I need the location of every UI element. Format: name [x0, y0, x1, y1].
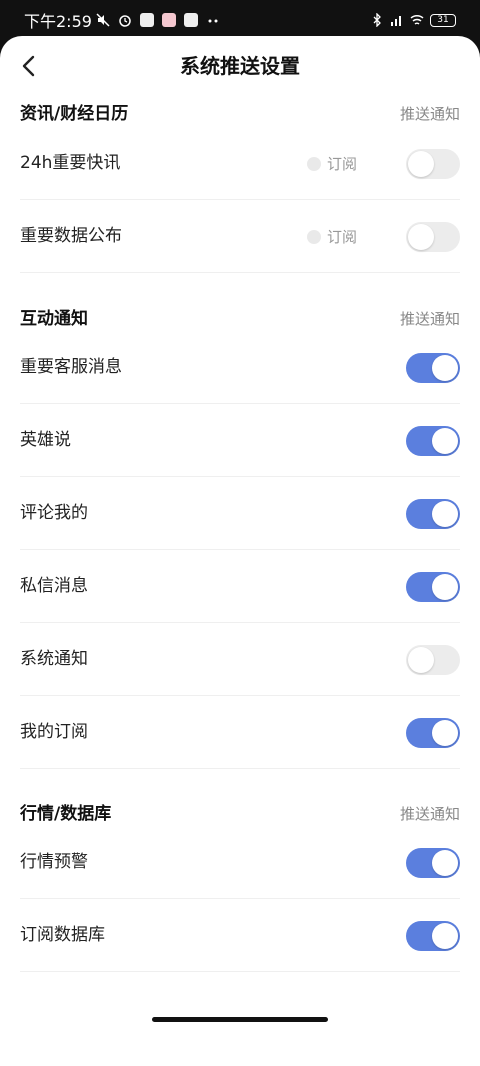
push-toggle[interactable] — [406, 353, 460, 383]
push-toggle[interactable] — [406, 222, 460, 252]
section-push-label: 推送通知 — [399, 805, 460, 823]
toggle-knob — [432, 355, 458, 381]
toggle-knob — [432, 574, 458, 600]
setting-label: 私信消息 — [20, 576, 88, 596]
push-toggle[interactable] — [406, 572, 460, 602]
push-toggle[interactable] — [406, 645, 460, 675]
status-time: 下午2:59 — [24, 12, 92, 31]
setting-label: 行情预警 — [20, 852, 88, 872]
more-dots-icon — [208, 19, 218, 23]
section-title: 行情/数据库 — [20, 804, 112, 824]
section-title: 互动通知 — [20, 309, 88, 329]
section-push-label: 推送通知 — [399, 105, 460, 123]
setting-label: 24h重要快讯 — [20, 153, 121, 173]
setting-row-system-notice: 系统通知 — [20, 623, 460, 696]
setting-row-subscribe-database: 订阅数据库 — [20, 899, 460, 972]
setting-label: 重要数据公布 — [20, 226, 122, 246]
mute-icon — [96, 13, 110, 27]
home-indicator[interactable] — [152, 1017, 328, 1022]
battery-icon: 31 — [430, 13, 456, 27]
subscribe-dot-icon — [306, 156, 321, 171]
app-icon — [184, 13, 198, 27]
notification-icons — [96, 13, 220, 27]
toggle-knob — [432, 720, 458, 746]
subscribe-label: 订阅 — [326, 155, 357, 173]
app-icon — [162, 13, 176, 27]
setting-row-data-release: 重要数据公布 订阅 — [20, 200, 460, 273]
wifi-icon — [410, 14, 424, 25]
setting-label: 英雄说 — [20, 430, 71, 450]
toggle-knob — [408, 647, 434, 673]
toggle-knob — [432, 501, 458, 527]
push-toggle[interactable] — [406, 921, 460, 951]
section-header-market: 行情/数据库 推送通知 — [20, 801, 460, 827]
bluetooth-icon — [373, 13, 381, 27]
system-icons: 31 — [370, 13, 456, 27]
toggle-knob — [408, 151, 434, 177]
section-title: 资讯/财经日历 — [20, 104, 129, 124]
section-push-label: 推送通知 — [399, 310, 460, 328]
setting-row-market-alert: 行情预警 — [20, 826, 460, 899]
setting-label: 我的订阅 — [20, 722, 88, 742]
push-toggle[interactable] — [406, 718, 460, 748]
settings-sheet: 系统推送设置 资讯/财经日历 推送通知 24h重要快讯 订阅 重要数据公布 订阅… — [0, 36, 480, 1066]
setting-row-comments: 评论我的 — [20, 477, 460, 550]
push-toggle[interactable] — [406, 848, 460, 878]
page-title: 系统推送设置 — [180, 54, 300, 78]
toggle-knob — [432, 428, 458, 454]
toggle-knob — [408, 224, 434, 250]
setting-row-hero-says: 英雄说 — [20, 404, 460, 477]
signal-icon — [391, 16, 401, 26]
subscribe-button[interactable]: 订阅 — [306, 200, 357, 273]
push-toggle[interactable] — [406, 499, 460, 529]
subscribe-label: 订阅 — [326, 228, 357, 246]
app-icon — [140, 13, 154, 27]
toggle-knob — [432, 850, 458, 876]
section-header-interaction: 互动通知 推送通知 — [20, 306, 460, 332]
alarm-icon — [119, 15, 131, 27]
section-header-news: 资讯/财经日历 推送通知 — [20, 101, 460, 127]
setting-row-24h-flash: 24h重要快讯 订阅 — [20, 127, 460, 200]
setting-label: 评论我的 — [20, 503, 88, 523]
toggle-knob — [432, 923, 458, 949]
setting-row-private-messages: 私信消息 — [20, 550, 460, 623]
setting-row-my-subscriptions: 我的订阅 — [20, 696, 460, 769]
push-toggle[interactable] — [406, 426, 460, 456]
setting-label: 系统通知 — [20, 649, 88, 669]
subscribe-dot-icon — [306, 229, 321, 244]
setting-label: 订阅数据库 — [20, 925, 105, 945]
setting-row-service-message: 重要客服消息 — [20, 331, 460, 404]
push-toggle[interactable] — [406, 149, 460, 179]
setting-label: 重要客服消息 — [20, 357, 122, 377]
subscribe-button[interactable]: 订阅 — [306, 127, 357, 200]
